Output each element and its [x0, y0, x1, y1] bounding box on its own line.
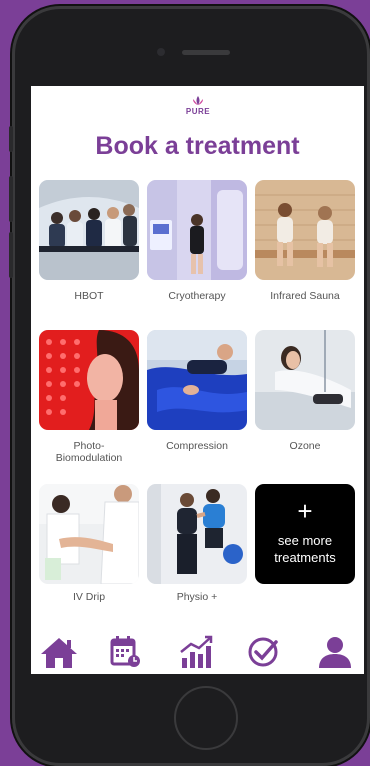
infrared-sauna-photo [255, 180, 355, 280]
hbot-photo [39, 180, 139, 280]
front-camera [157, 48, 165, 56]
earpiece-speaker [182, 50, 230, 55]
page-title: Book a treatment [95, 132, 300, 160]
home-icon [41, 638, 77, 668]
nav-bookings[interactable] [105, 634, 145, 670]
nav-completed[interactable] [243, 634, 283, 670]
nav-profile[interactable] [315, 634, 355, 670]
compression-photo [147, 330, 247, 430]
bottom-nav [31, 630, 364, 674]
treatment-tile-ozone[interactable] [255, 330, 355, 430]
photobiomodulation-label-text: Photo- Biomodulation [55, 440, 123, 464]
see-more-label: see more treatments [274, 533, 336, 565]
treatment-label-compression: Compression [166, 440, 228, 452]
pure-logo: PURE [181, 96, 215, 116]
treatment-label-physio: Physio + [176, 591, 218, 603]
treatment-label-cryotherapy: Cryotherapy [168, 290, 226, 302]
treatment-tile-infrared-sauna[interactable] [255, 180, 355, 280]
volume-down-button [9, 232, 13, 278]
photobiomodulation-photo [39, 330, 139, 430]
iv-drip-photo [39, 484, 139, 584]
treatment-tile-compression[interactable] [147, 330, 247, 430]
treatment-label-infrared-sauna: Infrared Sauna [270, 290, 340, 302]
check-circle-icon [248, 637, 278, 667]
profile-icon [319, 637, 351, 668]
home-button[interactable] [174, 686, 238, 750]
calendar-icon [110, 636, 140, 667]
see-more-treatments-button[interactable]: + see more treatments [255, 484, 355, 584]
ozone-photo [255, 330, 355, 430]
treatment-label-photobiomodulation: Photo- Biomodulation [34, 440, 144, 464]
progress-chart-icon [180, 635, 213, 668]
treatment-label-iv-drip: IV Drip [72, 591, 106, 603]
treatment-tile-iv-drip[interactable] [39, 484, 139, 584]
cryotherapy-photo [147, 180, 247, 280]
treatment-label-hbot: HBOT [74, 290, 104, 302]
treatment-label-ozone: Ozone [289, 440, 321, 452]
treatment-tile-cryotherapy[interactable] [147, 180, 247, 280]
treatment-tile-physio[interactable] [147, 484, 247, 584]
treatment-tile-photobiomodulation[interactable] [39, 330, 139, 430]
plus-icon: + [297, 496, 313, 526]
physio-photo [147, 484, 247, 584]
app-screen: PURE Book a treatment HBOT Cryotherapy I… [31, 86, 364, 674]
nav-progress[interactable] [176, 634, 216, 670]
logo-text: PURE [185, 107, 211, 116]
nav-home[interactable] [39, 634, 79, 670]
treatment-tile-hbot[interactable] [39, 180, 139, 280]
mute-switch [9, 126, 13, 152]
volume-up-button [9, 176, 13, 222]
